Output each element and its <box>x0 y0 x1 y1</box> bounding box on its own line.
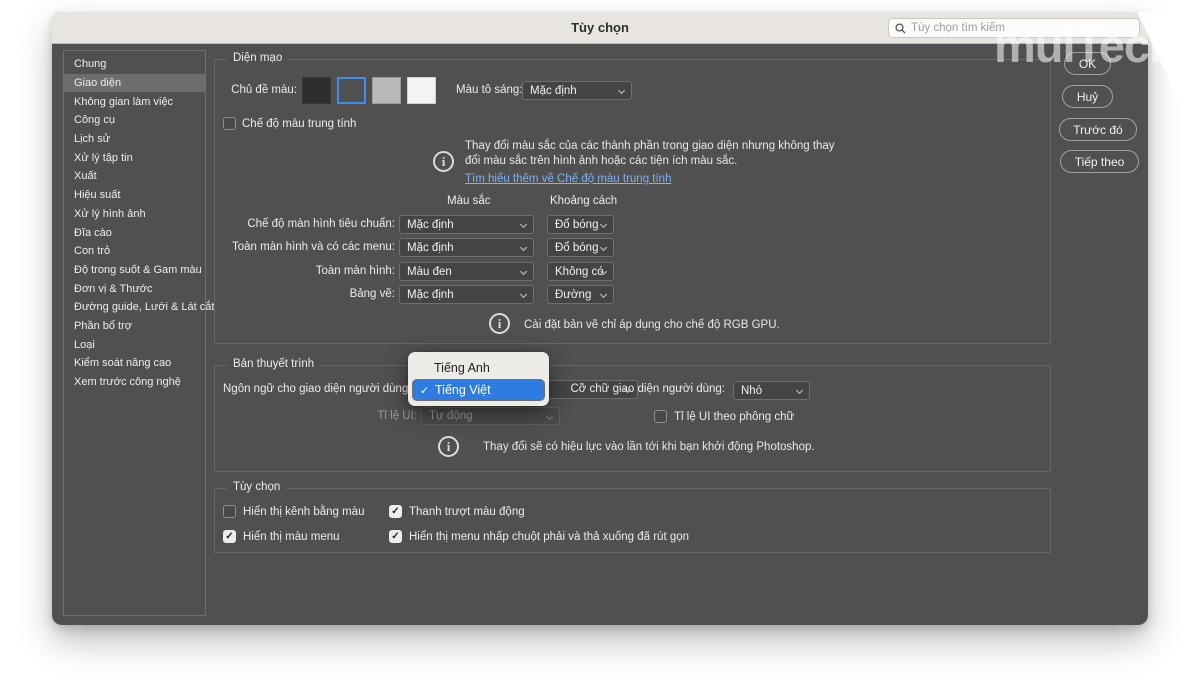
highlight-color-label: Màu tô sáng: <box>456 84 522 96</box>
dynamic-color-sliders-label: Thanh trượt màu động <box>409 506 525 518</box>
sidebar-item-con-tro[interactable]: Con trỏ <box>64 242 205 261</box>
chevron-down-icon <box>600 220 607 227</box>
ui-font-size-select[interactable]: Nhỏ <box>733 381 810 400</box>
column-header-spacing: Khoảng cách <box>550 195 617 207</box>
preferences-sidebar: Chung Giao diện Không gian làm việc Công… <box>63 50 206 616</box>
sidebar-item-don-vi-thuoc[interactable]: Đơn vị & Thước <box>64 279 205 298</box>
screenshot-stage: Tùy chọn Tùy chọn tìm kiếm Chung Giao di… <box>0 0 1200 675</box>
chevron-down-icon <box>600 243 607 250</box>
learn-more-link[interactable]: Tìm hiểu thêm về Chế độ màu trung tính <box>465 173 671 185</box>
chevron-down-icon <box>520 243 527 250</box>
theme-swatch-medium-dark-selected[interactable] <box>337 77 366 104</box>
chevron-down-icon <box>520 220 527 227</box>
ui-scale-select: Tự động <box>421 407 560 425</box>
ui-scale-font-label: Tỉ lệ UI theo phông chữ <box>674 411 794 423</box>
theme-swatch-light[interactable] <box>372 77 401 104</box>
info-icon: i <box>489 313 510 334</box>
chevron-down-icon <box>520 290 527 297</box>
sidebar-item-xu-ly-tap-tin[interactable]: Xử lý tập tin <box>64 148 205 167</box>
appearance-section-title: Diện mạo <box>227 52 288 64</box>
sidebar-item-kiem-soat-nang-cao[interactable]: Kiểm soát nâng cao <box>64 354 205 373</box>
dynamic-color-sliders-checkbox[interactable]: ✓ <box>389 505 402 518</box>
language-dropdown-menu: Tiếng Anh ✓ Tiếng Việt <box>408 352 549 406</box>
chevron-down-icon <box>796 386 803 393</box>
sidebar-item-giao-dien[interactable]: Giao diện <box>64 74 205 93</box>
standard-screen-color-select[interactable]: Mặc định <box>399 215 534 234</box>
gpu-note: Cài đặt bản vẽ chỉ áp dụng cho chế độ RG… <box>524 318 780 333</box>
restart-note: Thay đổi sẽ có hiệu lực vào lần tới khi … <box>483 440 815 455</box>
ui-font-size-label: Cỡ chữ giao diện người dùng: <box>545 383 725 395</box>
sidebar-item-lich-su[interactable]: Lịch sử <box>64 130 205 149</box>
sidebar-item-dia-cao[interactable]: Đĩa cào <box>64 223 205 242</box>
chevron-down-icon <box>546 412 553 419</box>
fullscreen-menus-color-select[interactable]: Mặc định <box>399 238 534 257</box>
fullscreen-spacing-select[interactable]: Không có <box>547 262 614 281</box>
appearance-info-text: Thay đổi màu sắc của các thành phần tron… <box>465 139 837 169</box>
ui-scale-font-checkbox[interactable] <box>654 410 667 423</box>
chevron-down-icon <box>600 267 607 274</box>
fullscreen-with-menus-label: Toàn màn hình và có các menu: <box>215 241 395 253</box>
sidebar-item-do-trong-suot[interactable]: Độ trong suốt & Gam màu <box>64 261 205 280</box>
presentation-section-title: Bản thuyết trình <box>227 358 320 370</box>
language-option-english[interactable]: Tiếng Anh <box>412 357 545 379</box>
dialog-titlebar: Tùy chọn Tùy chọn tìm kiếm <box>52 12 1148 44</box>
show-menu-colors-label: Hiển thị màu menu <box>243 531 340 543</box>
color-theme-label: Chủ đề màu: <box>215 84 297 96</box>
sidebar-item-loai[interactable]: Loại <box>64 335 205 354</box>
next-button[interactable]: Tiếp theo <box>1060 150 1139 173</box>
options-section-title: Tùy chọn <box>227 481 286 493</box>
chevron-down-icon <box>520 267 527 274</box>
show-menu-colors-checkbox[interactable]: ✓ <box>223 530 236 543</box>
sidebar-item-duong-guide[interactable]: Đường guide, Lưới & Lát cắt <box>64 298 205 317</box>
appearance-section: Diện mạo Chủ đề màu: Màu tô sáng: Mặc đị… <box>214 59 1051 344</box>
screen-mode-standard-label: Chế độ màn hình tiêu chuẩn: <box>215 218 395 230</box>
options-section: Tùy chọn Hiển thị kênh bằng màu ✓ Thanh … <box>214 488 1051 553</box>
info-icon: i <box>433 151 454 172</box>
artboard-color-select[interactable]: Mặc định <box>399 285 534 304</box>
show-channels-in-color-label: Hiển thị kênh bằng màu <box>243 506 364 518</box>
show-channels-in-color-checkbox[interactable] <box>223 505 236 518</box>
condensed-menus-checkbox[interactable]: ✓ <box>389 530 402 543</box>
theme-swatch-dark[interactable] <box>302 77 331 104</box>
ui-language-label: Ngôn ngữ cho giao diện người dùng: <box>223 383 412 395</box>
sidebar-item-phan-bo-tro[interactable]: Phần bổ trợ <box>64 317 205 336</box>
sidebar-item-hieu-suat[interactable]: Hiệu suất <box>64 186 205 205</box>
condensed-menus-label: Hiển thị menu nhấp chuột phải và thả xuố… <box>409 531 689 543</box>
fullscreen-label: Toàn màn hình: <box>215 265 395 277</box>
chevron-down-icon <box>618 86 625 93</box>
sidebar-item-xu-ly-hinh-anh[interactable]: Xử lý hình ảnh <box>64 205 205 224</box>
neutral-color-mode-label: Chế độ màu trung tính <box>242 118 356 130</box>
check-icon: ✓ <box>420 384 429 397</box>
ui-scale-label: Tỉ lệ UI: <box>321 410 417 422</box>
theme-swatch-white[interactable] <box>407 77 436 104</box>
info-icon: i <box>438 436 459 457</box>
sidebar-item-xuat[interactable]: Xuất <box>64 167 205 186</box>
standard-screen-spacing-select[interactable]: Đổ bóng <box>547 215 614 234</box>
search-icon <box>895 23 906 34</box>
cancel-button[interactable]: Huỷ <box>1062 85 1113 108</box>
language-option-vietnamese-selected[interactable]: ✓ Tiếng Việt <box>412 379 545 401</box>
artboard-label: Bảng vẽ: <box>215 288 395 300</box>
preferences-dialog: Tùy chọn Tùy chọn tìm kiếm Chung Giao di… <box>52 12 1148 625</box>
sidebar-item-xem-truoc-cong-nghe[interactable]: Xem trước công nghệ <box>64 373 205 392</box>
fullscreen-color-select[interactable]: Màu đen <box>399 262 534 281</box>
neutral-color-mode-checkbox[interactable] <box>223 117 236 130</box>
search-placeholder: Tùy chọn tìm kiếm <box>911 22 1005 34</box>
artboard-spacing-select[interactable]: Đường <box>547 285 614 304</box>
previous-button[interactable]: Trước đó <box>1059 118 1137 141</box>
sidebar-item-khong-gian-lam-viec[interactable]: Không gian làm việc <box>64 92 205 111</box>
highlight-color-select[interactable]: Mặc định <box>522 81 632 100</box>
sidebar-item-chung[interactable]: Chung <box>64 55 205 74</box>
presentation-section: Bản thuyết trình Ngôn ngữ cho giao diện … <box>214 365 1051 472</box>
chevron-down-icon <box>600 290 607 297</box>
watermark-text: mulTech <box>994 18 1177 73</box>
fullscreen-menus-spacing-select[interactable]: Đổ bóng <box>547 238 614 257</box>
sidebar-item-cong-cu[interactable]: Công cụ <box>64 111 205 130</box>
column-header-color: Màu sắc <box>447 195 490 207</box>
